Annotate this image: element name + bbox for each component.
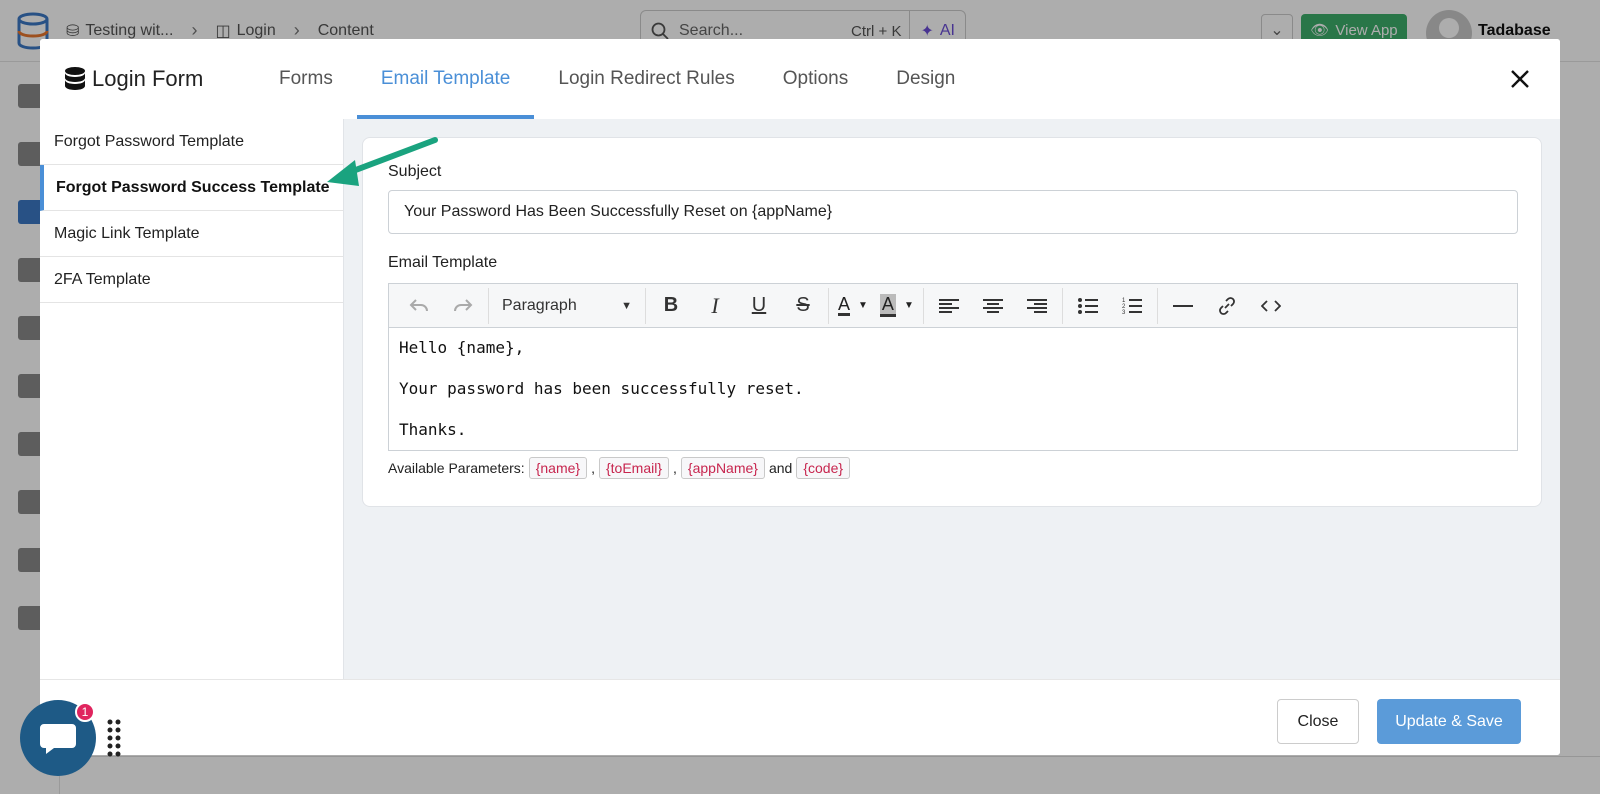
toolbar-divider bbox=[1156, 287, 1158, 324]
param-chip[interactable]: {toEmail} bbox=[598, 457, 670, 479]
redo-icon[interactable] bbox=[441, 288, 485, 324]
block-format-select[interactable]: Paragraph ▼ bbox=[492, 288, 642, 324]
bullet-list-icon[interactable] bbox=[1066, 288, 1110, 324]
editor-line: Your password has been successfully rese… bbox=[399, 379, 804, 398]
email-template-label: Email Template bbox=[388, 254, 498, 271]
toolbar-divider bbox=[922, 287, 924, 324]
link-icon[interactable] bbox=[1205, 288, 1249, 324]
text-color-button[interactable]: A ▼ bbox=[832, 288, 874, 324]
drag-handle-icon[interactable] bbox=[106, 718, 122, 758]
editor-line: Thanks. bbox=[399, 420, 467, 439]
modal-header: Login Form Forms Email Template Login Re… bbox=[40, 39, 1560, 119]
align-left-icon[interactable] bbox=[927, 288, 971, 324]
caret-down-icon: ▼ bbox=[903, 300, 914, 311]
tab-login-redirect-rules[interactable]: Login Redirect Rules bbox=[534, 39, 758, 119]
chat-icon bbox=[40, 724, 76, 754]
close-icon[interactable] bbox=[1504, 63, 1536, 95]
tab-email-template[interactable]: Email Template bbox=[356, 39, 535, 119]
toolbar-divider bbox=[828, 287, 829, 324]
params-comma: , bbox=[673, 460, 677, 476]
template-list: Forgot Password Template Forgot Password… bbox=[40, 119, 344, 679]
block-format-value: Paragraph bbox=[502, 296, 577, 314]
template-item-forgot-password-success[interactable]: Forgot Password Success Template bbox=[40, 165, 343, 211]
numbered-list-icon[interactable]: 123 bbox=[1110, 288, 1154, 324]
editor-toolbar: Paragraph ▼ B I U S A ▼ A ▼ 1 2 3 bbox=[389, 284, 1517, 328]
toolbar-divider bbox=[488, 287, 489, 324]
tab-options[interactable]: Options bbox=[759, 39, 872, 119]
template-item-2fa[interactable]: 2FA Template bbox=[40, 257, 343, 303]
close-button[interactable]: Close bbox=[1277, 699, 1359, 744]
modal-title-text: Login Form bbox=[92, 66, 204, 91]
background-color-icon: A bbox=[879, 294, 896, 317]
rich-text-editor: Paragraph ▼ B I U S A ▼ A ▼ 1 2 3 Hello … bbox=[388, 283, 1518, 451]
text-color-icon: A bbox=[838, 294, 851, 316]
notification-badge: 1 bbox=[75, 702, 95, 722]
strikethrough-icon[interactable]: S bbox=[781, 288, 825, 324]
modal-title: Login Form bbox=[64, 39, 203, 119]
toolbar-divider bbox=[1061, 287, 1063, 324]
login-form-modal: Login Form Forms Email Template Login Re… bbox=[40, 39, 1560, 755]
template-card: Subject Email Template Paragraph ▼ bbox=[362, 137, 1542, 507]
horizontal-rule-icon[interactable] bbox=[1161, 288, 1205, 324]
align-center-icon[interactable] bbox=[971, 288, 1015, 324]
tab-design[interactable]: Design bbox=[872, 39, 979, 119]
template-editor-panel: Subject Email Template Paragraph ▼ bbox=[344, 119, 1560, 679]
modal-footer: Close Update & Save bbox=[40, 679, 1560, 755]
param-chip[interactable]: {name} bbox=[528, 457, 588, 479]
tab-forms[interactable]: Forms bbox=[255, 39, 357, 119]
align-right-icon[interactable] bbox=[1015, 288, 1059, 324]
caret-down-icon: ▼ bbox=[858, 300, 868, 311]
undo-icon[interactable] bbox=[397, 288, 441, 324]
params-comma: , bbox=[591, 460, 595, 476]
caret-down-icon: ▼ bbox=[621, 299, 632, 312]
modal-tabs: Forms Email Template Login Redirect Rule… bbox=[255, 39, 979, 119]
template-item-forgot-password[interactable]: Forgot Password Template bbox=[40, 119, 343, 165]
template-item-magic-link[interactable]: Magic Link Template bbox=[40, 211, 343, 257]
param-chip[interactable]: {code} bbox=[796, 457, 851, 479]
background-color-button[interactable]: A ▼ bbox=[874, 288, 920, 324]
available-parameters: Available Parameters: {name}, {toEmail},… bbox=[388, 457, 851, 479]
toolbar-divider bbox=[645, 287, 646, 324]
params-label: Available Parameters: bbox=[388, 460, 525, 476]
underline-icon[interactable]: U bbox=[737, 288, 781, 324]
svg-text:3: 3 bbox=[1122, 310, 1126, 315]
subject-input[interactable] bbox=[388, 190, 1518, 234]
update-save-button[interactable]: Update & Save bbox=[1377, 699, 1521, 744]
editor-line: Hello {name}, bbox=[399, 338, 525, 357]
annotation-arrow-icon bbox=[327, 137, 438, 186]
database-icon bbox=[65, 67, 85, 90]
source-code-icon[interactable] bbox=[1249, 288, 1293, 324]
editor-content[interactable]: Hello {name}, Your password has been suc… bbox=[389, 328, 1517, 467]
bold-icon[interactable]: B bbox=[649, 288, 693, 324]
param-chip[interactable]: {appName} bbox=[680, 457, 765, 479]
italic-icon[interactable]: I bbox=[693, 288, 737, 324]
params-joiner: and bbox=[768, 460, 793, 476]
